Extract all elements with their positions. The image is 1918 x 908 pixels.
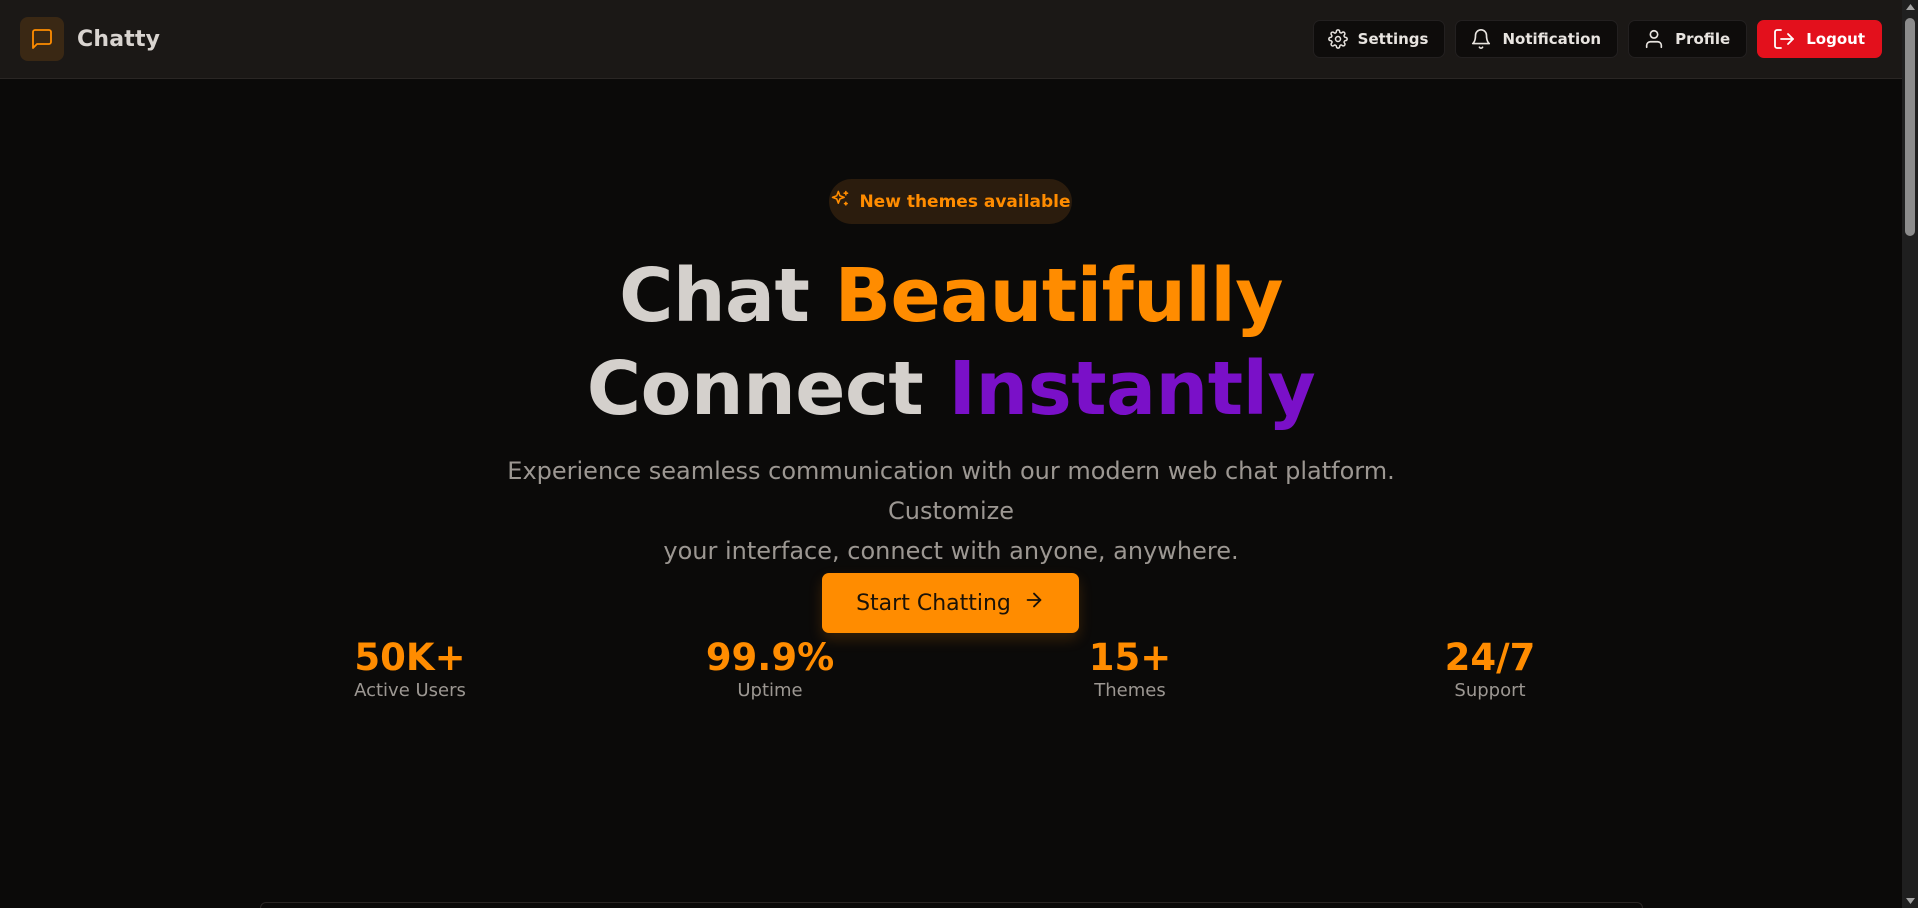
page-scrollbar[interactable]	[1902, 0, 1918, 908]
logout-label: Logout	[1806, 30, 1865, 48]
headline-connect: Connect	[586, 346, 924, 432]
logout-button[interactable]: Logout	[1757, 20, 1882, 58]
scroll-down-icon[interactable]	[1902, 894, 1918, 908]
sparkles-icon	[830, 189, 850, 214]
brand[interactable]: Chatty	[20, 17, 160, 61]
headline-line-1: Chat Beautifully	[0, 259, 1902, 333]
hero-subtitle: Experience seamless communication with o…	[451, 451, 1451, 571]
headline-chat: Chat	[619, 253, 810, 339]
stat-value: 50K+	[354, 636, 466, 679]
stat-uptime: 99.9% Uptime	[660, 636, 880, 702]
message-square-icon	[20, 17, 64, 61]
gear-icon	[1327, 29, 1348, 49]
badge-label: New themes available	[859, 191, 1071, 212]
stat-label: Active Users	[354, 680, 466, 701]
arrow-right-icon	[1023, 589, 1045, 617]
subtitle-line-1: Experience seamless communication with o…	[507, 457, 1395, 525]
profile-label: Profile	[1675, 30, 1731, 48]
scrollbar-thumb[interactable]	[1905, 18, 1915, 236]
stats-row: 50K+ Active Users 99.9% Uptime 15+ Theme…	[0, 636, 1902, 716]
notification-label: Notification	[1502, 30, 1602, 48]
nav-actions: Settings Notification Profile Logout	[1312, 20, 1882, 58]
subtitle-line-2: your interface, connect with anyone, any…	[663, 537, 1239, 565]
stat-label: Support	[1454, 680, 1526, 701]
notification-button[interactable]: Notification	[1455, 20, 1619, 58]
start-chatting-button[interactable]: Start Chatting	[822, 573, 1079, 633]
scroll-up-icon[interactable]	[1902, 0, 1918, 14]
user-icon	[1643, 28, 1665, 50]
stat-themes: 15+ Themes	[1020, 636, 1240, 702]
page: Chatty Settings Notification Profile Log…	[0, 0, 1918, 908]
brand-name: Chatty	[77, 26, 161, 52]
cta-label: Start Chatting	[856, 590, 1011, 616]
stat-value: 99.9%	[705, 636, 835, 679]
stat-active-users: 50K+ Active Users	[300, 636, 520, 702]
headline-line-2: Connect Instantly	[0, 352, 1902, 426]
settings-label: Settings	[1357, 30, 1429, 48]
stat-label: Uptime	[737, 680, 803, 701]
stat-value: 15+	[1088, 636, 1172, 679]
headline-instantly: Instantly	[948, 346, 1316, 432]
bell-icon	[1470, 28, 1492, 50]
logout-icon	[1772, 27, 1796, 51]
stat-label: Themes	[1094, 680, 1166, 701]
profile-button[interactable]: Profile	[1628, 20, 1748, 58]
new-themes-badge: New themes available	[829, 179, 1072, 224]
next-section-edge	[260, 902, 1643, 908]
settings-button[interactable]: Settings	[1312, 20, 1446, 58]
top-navbar: Chatty Settings Notification Profile Log…	[0, 0, 1902, 79]
stat-value: 24/7	[1444, 636, 1536, 679]
headline-beautifully: Beautifully	[834, 253, 1284, 339]
stat-support: 24/7 Support	[1380, 636, 1600, 702]
